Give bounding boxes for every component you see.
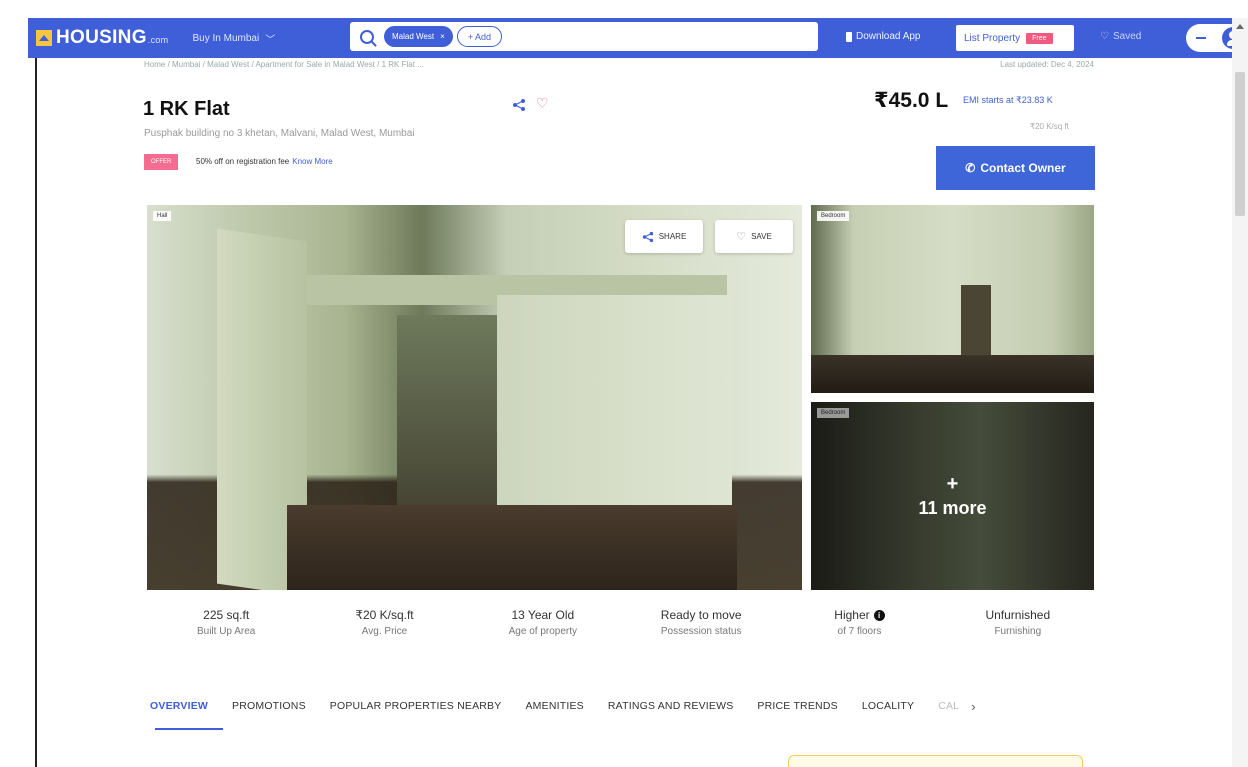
more-photos-overlay[interactable]: + 11 more: [811, 402, 1094, 590]
breadcrumb[interactable]: Home / Mumbai / Malad West / Apartment f…: [144, 60, 424, 69]
saved-link[interactable]: ♡ Saved: [1100, 31, 1141, 42]
stat-furnishing: Unfurnished Furnishing: [939, 608, 1097, 652]
stat-age: 13 Year Old Age of property: [464, 608, 622, 652]
download-app-link[interactable]: Download App: [846, 31, 921, 42]
search-bar[interactable]: Malad West × + Add: [350, 22, 818, 51]
tab-locality[interactable]: LOCALITY: [862, 700, 914, 712]
top-navbar: HOUSING .com Buy In Mumbai ﹀ Malad West …: [28, 18, 1248, 58]
heart-icon: ♡: [1100, 31, 1109, 42]
housing-logo[interactable]: HOUSING .com: [36, 27, 168, 49]
offer-badge: OFFER: [144, 154, 179, 170]
stat-value: 225 sq.ft: [203, 608, 250, 622]
locality-chip[interactable]: Malad West ×: [384, 26, 453, 47]
photo-floor: [287, 505, 737, 590]
stat-label: Possession status: [660, 626, 742, 637]
tab-amenities[interactable]: AMENITIES: [525, 700, 583, 712]
tab-price-trends[interactable]: PRICE TRENDS: [757, 700, 837, 712]
tab-calculator[interactable]: CAL: [938, 700, 959, 712]
active-tab-indicator: [155, 728, 223, 730]
search-icon: [360, 29, 374, 44]
list-property-label: List Property: [964, 32, 1021, 44]
list-property-button[interactable]: List Property Free: [956, 25, 1074, 51]
stat-value: Higher: [834, 608, 870, 622]
tab-overview[interactable]: OVERVIEW: [150, 700, 208, 712]
last-updated: Last updated: Dec 4, 2024: [1000, 60, 1094, 69]
logo-text: HOUSING: [56, 27, 147, 48]
chevron-right-icon[interactable]: ›: [971, 699, 975, 714]
scroll-up-icon[interactable]: [1236, 24, 1244, 29]
buy-in-city-dropdown[interactable]: Buy In Mumbai ﹀: [192, 31, 275, 46]
emi-link[interactable]: EMI starts at ₹23.83 K: [963, 95, 1053, 106]
heart-icon: ♡: [736, 231, 747, 243]
tab-ratings-reviews[interactable]: RATINGS AND REVIEWS: [608, 700, 734, 712]
stat-value: 13 Year Old: [511, 608, 575, 622]
saved-label: Saved: [1112, 31, 1142, 42]
stat-label: Built Up Area: [196, 626, 256, 637]
close-icon[interactable]: ×: [440, 32, 445, 41]
know-more-link[interactable]: Know More: [292, 157, 332, 166]
share-icon: [642, 231, 653, 242]
info-icon[interactable]: i: [873, 609, 885, 621]
download-app-label: Download App: [856, 31, 921, 42]
offer-description: 50% off on registration fee: [196, 157, 290, 166]
save-button[interactable]: ♡ SAVE: [715, 220, 793, 253]
share-icon[interactable]: [512, 98, 526, 112]
stat-value-wrap: Higher i: [834, 608, 885, 622]
contact-owner-label: Contact Owner: [980, 161, 1066, 175]
photo-floor: [811, 355, 1094, 393]
page-title: 1 RK Flat: [143, 98, 230, 120]
stat-label: of 7 floors: [837, 626, 882, 637]
menu-icon: [1196, 37, 1206, 39]
bedroom-photo-1[interactable]: Bedroom: [811, 205, 1094, 393]
phone-icon: [846, 31, 852, 42]
window-border: [35, 58, 37, 767]
more-photos-label: 11 more: [918, 497, 987, 518]
offer-text: 50% off on registration fee Know More: [196, 157, 333, 166]
stat-value: Unfurnished: [985, 608, 1051, 622]
chevron-down-icon: ﹀: [265, 34, 276, 46]
phone-icon: ✆: [965, 161, 976, 175]
photo-tag: Bedroom: [817, 211, 850, 221]
promo-card: [788, 755, 1083, 767]
favorite-heart-icon[interactable]: ♡: [536, 95, 549, 112]
share-button[interactable]: SHARE: [625, 220, 703, 253]
property-stats: 225 sq.ft Built Up Area ₹20 K/sq.ft Avg.…: [147, 608, 1097, 652]
stat-label: Age of property: [508, 626, 577, 637]
logo-tld: .com: [147, 35, 169, 45]
stat-value: Ready to move: [660, 608, 742, 622]
main-photo-hall[interactable]: Hall SHARE ♡ SAVE: [147, 205, 802, 590]
section-tabs: OVERVIEW PROMOTIONS POPULAR PROPERTIES N…: [150, 694, 1100, 718]
scrollbar-thumb[interactable]: [1235, 72, 1245, 216]
stat-value: ₹20 K/sq.ft: [355, 608, 414, 622]
save-label: SAVE: [751, 232, 772, 241]
plus-icon: +: [946, 472, 959, 495]
stat-label: Avg. Price: [361, 626, 408, 637]
add-locality-button[interactable]: + Add: [456, 26, 503, 47]
locality-chip-label: Malad West: [392, 32, 435, 41]
stat-possession: Ready to move Possession status: [622, 608, 780, 652]
photo-tag: Hall: [153, 211, 172, 221]
stat-label: Furnishing: [994, 626, 1042, 637]
stat-floor: Higher i of 7 floors: [780, 608, 938, 652]
stat-avg-price: ₹20 K/sq.ft Avg. Price: [305, 608, 463, 652]
bedroom-photo-2[interactable]: Bedroom + 11 more: [811, 402, 1094, 590]
tab-promotions[interactable]: PROMOTIONS: [232, 700, 306, 712]
tab-popular-properties[interactable]: POPULAR PROPERTIES NEARBY: [330, 700, 502, 712]
contact-owner-button[interactable]: ✆ Contact Owner: [936, 146, 1095, 190]
stat-built-up-area: 225 sq.ft Built Up Area: [147, 608, 305, 652]
photo-door: [961, 285, 991, 365]
buy-in-label: Buy In Mumbai: [192, 32, 260, 44]
property-address: Pusphak building no 3 khetan, Malvani, M…: [144, 128, 415, 139]
logo-icon: [36, 30, 52, 46]
price-per-sqft: ₹20 K/sq ft: [1030, 122, 1069, 131]
share-label: SHARE: [658, 232, 687, 241]
free-badge: Free: [1026, 32, 1053, 44]
property-price: ₹45.0 L: [874, 89, 949, 112]
